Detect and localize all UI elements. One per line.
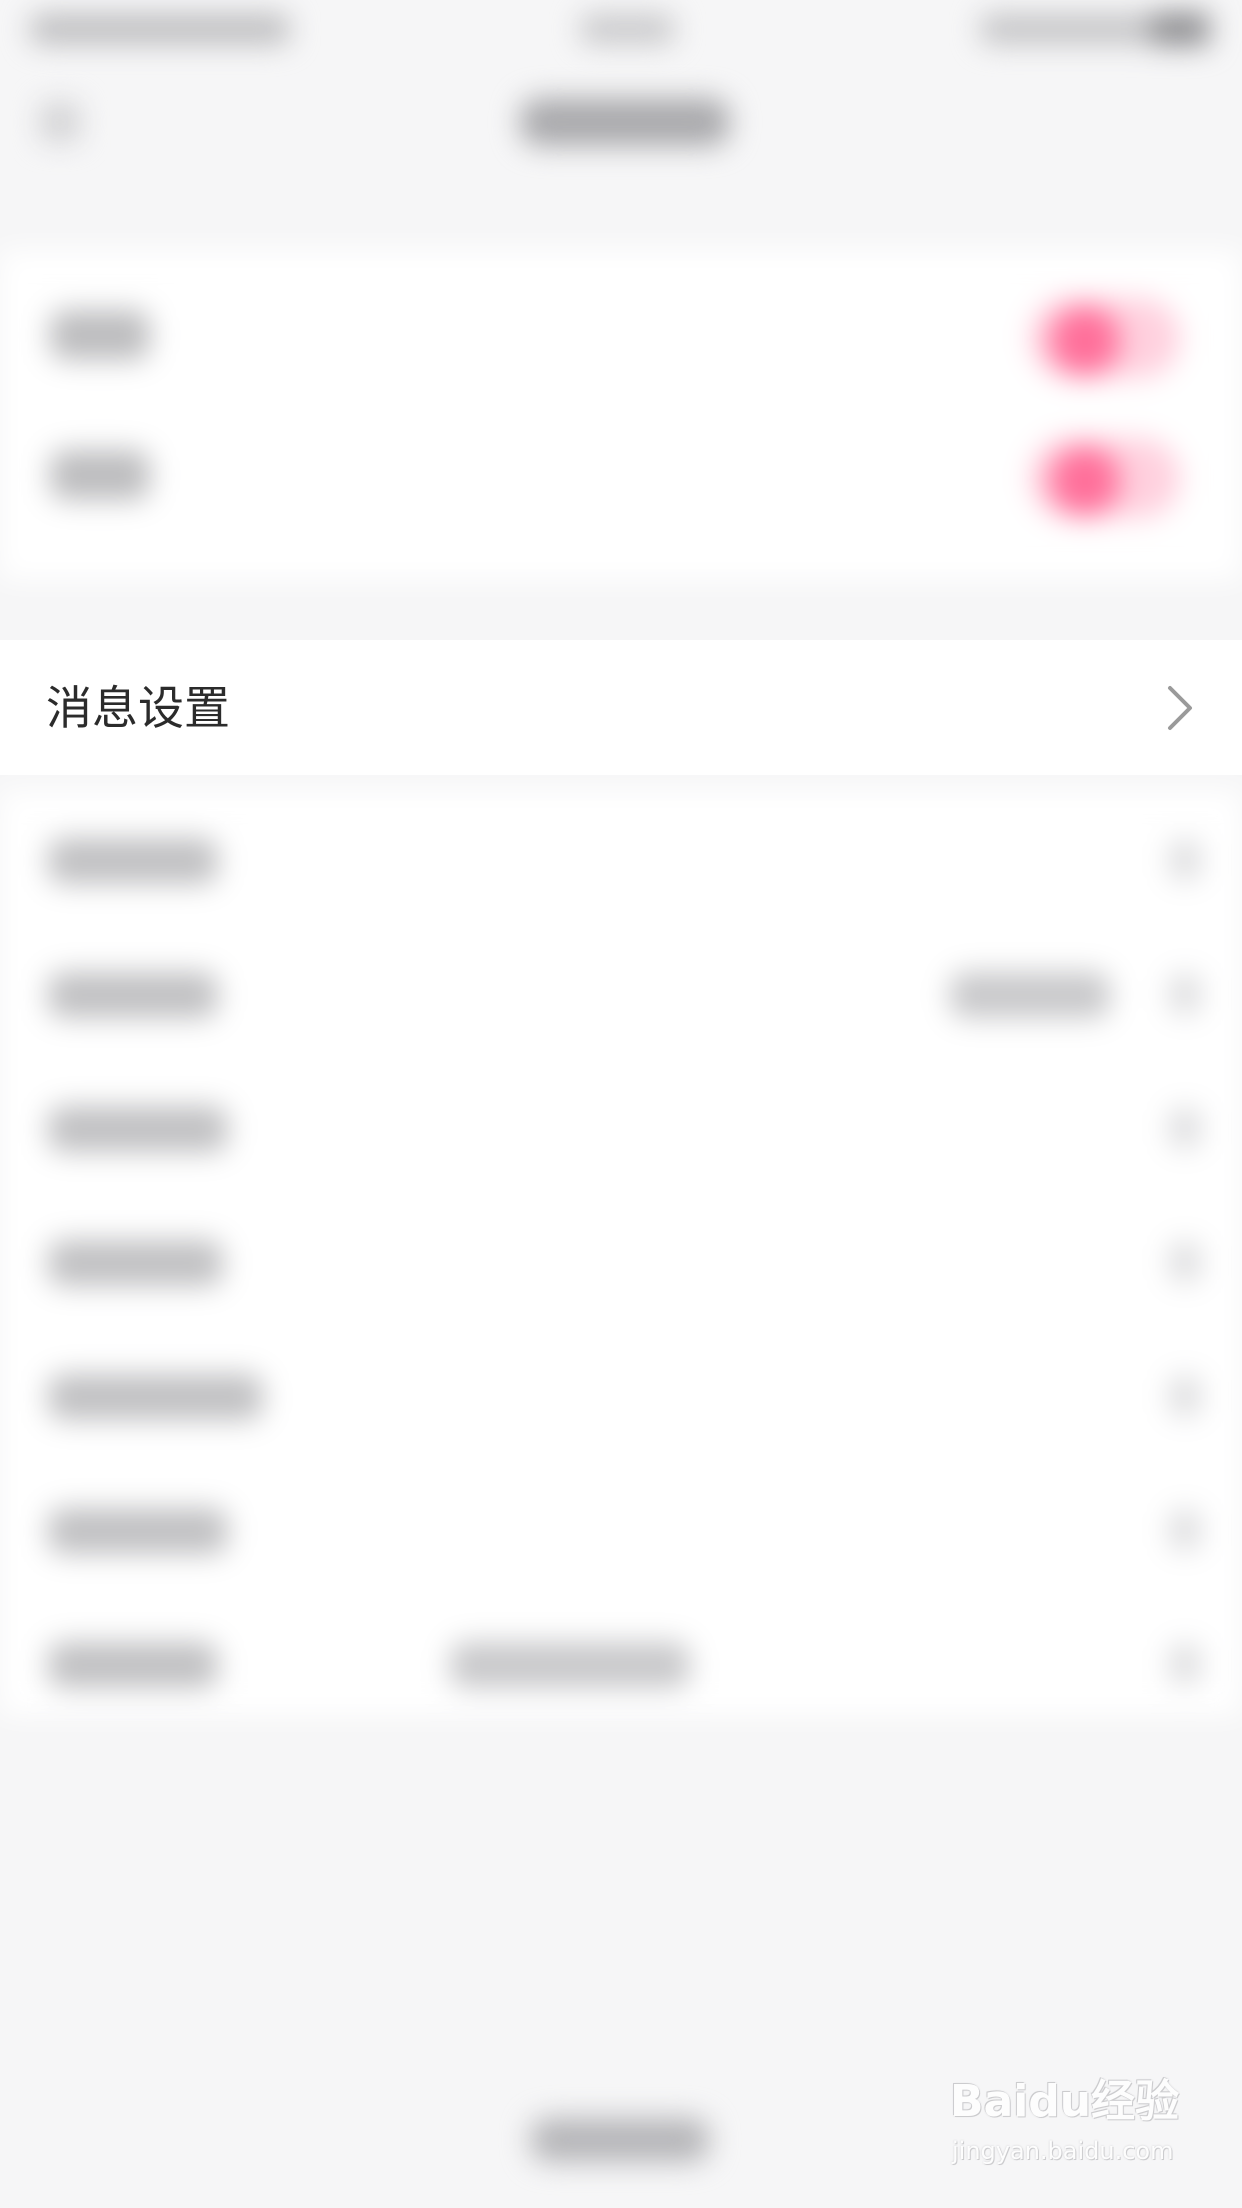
watermark-url: jingyan.baidu.com: [952, 2137, 1174, 2165]
message-settings-label: 消息设置: [46, 681, 230, 735]
toggle-knob: [1050, 306, 1120, 376]
list-item-value: [950, 972, 1110, 1018]
list-item-label: [48, 1508, 228, 1554]
chevron-right-icon: [1170, 974, 1200, 1014]
watermark-logo: Baidu经验: [950, 2076, 1180, 2127]
status-carrier: [30, 14, 290, 44]
list-item-label: [48, 1106, 228, 1152]
toggle-row-label: [50, 310, 150, 360]
nav-bar: [0, 60, 1242, 190]
chevron-right-icon: [1170, 840, 1200, 880]
settings-list: [0, 790, 1242, 1715]
back-icon[interactable]: [40, 102, 80, 142]
list-item[interactable]: [0, 790, 1242, 924]
chevron-right-icon: [1170, 1108, 1200, 1148]
toggle-switch[interactable]: [1030, 438, 1180, 518]
baidu-jingyan-watermark: Baidu经验 jingyan.baidu.com: [950, 2065, 1180, 2185]
battery-icon: [1150, 12, 1210, 46]
toggle-row-label: [50, 450, 150, 500]
list-item-label: [48, 838, 218, 884]
bottom-button[interactable]: [530, 2118, 710, 2162]
list-item-label: [48, 1374, 263, 1420]
list-item[interactable]: [0, 1058, 1242, 1192]
list-item[interactable]: [0, 1594, 1242, 1728]
toggle-card: [0, 250, 1242, 580]
chevron-right-icon: [1170, 1376, 1200, 1416]
toggle-knob: [1050, 446, 1120, 516]
list-item[interactable]: [0, 1460, 1242, 1594]
toggle-row: [0, 270, 1242, 400]
list-item-label: [48, 1240, 223, 1286]
chevron-right-icon: [1170, 1242, 1200, 1282]
toggle-switch[interactable]: [1030, 298, 1180, 378]
toggle-row: [0, 410, 1242, 540]
status-bar: [0, 0, 1242, 60]
list-item-label: [48, 1642, 218, 1688]
list-item-label: [48, 972, 218, 1018]
message-settings-row[interactable]: 消息设置: [0, 640, 1242, 775]
chevron-right-icon: [1170, 1510, 1200, 1550]
list-item[interactable]: [0, 1326, 1242, 1460]
status-time: [580, 14, 675, 44]
chevron-right-icon: [1170, 1644, 1200, 1684]
page-title: [520, 98, 730, 146]
chevron-right-icon: [1168, 686, 1192, 730]
list-item-value: [450, 1642, 690, 1688]
list-item[interactable]: [0, 924, 1242, 1058]
list-item[interactable]: [0, 1192, 1242, 1326]
